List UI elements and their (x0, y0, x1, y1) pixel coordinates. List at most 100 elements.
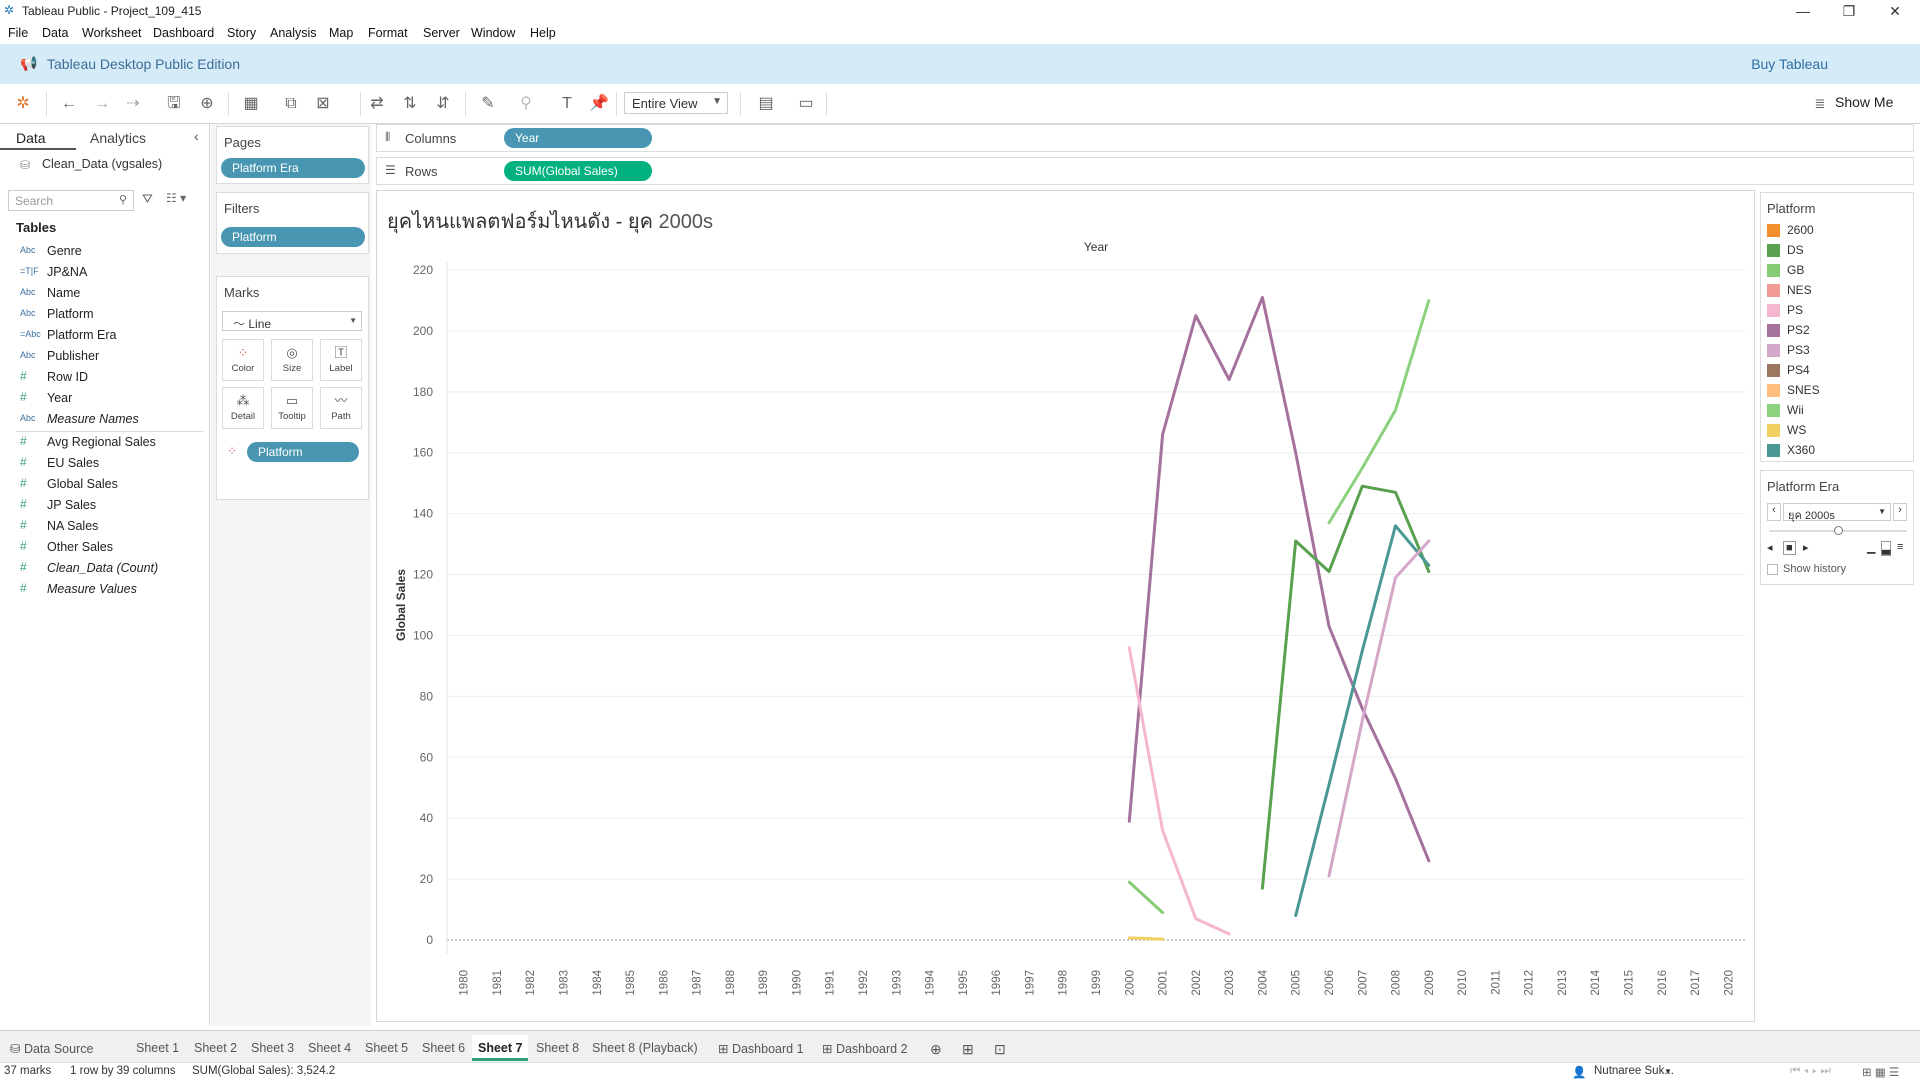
prev-page-button[interactable]: ‹ (1767, 503, 1781, 521)
new-story-tab-icon[interactable]: ⊡ (988, 1035, 1012, 1061)
show-cards-icon[interactable]: ▤ (755, 93, 777, 115)
rows-shelf[interactable]: ☰ Rows SUM(Global Sales) (376, 157, 1914, 185)
tableau-start-icon[interactable]: ✲ (12, 93, 34, 115)
size-button[interactable]: ◎ Size (271, 339, 313, 381)
tab-sheet-4[interactable]: Sheet 4 (302, 1035, 357, 1061)
view-options-icon[interactable]: ☷ ▾ (166, 191, 186, 205)
tooltip-button[interactable]: ▭ Tooltip (271, 387, 313, 429)
field-genre[interactable]: Abc Genre (0, 241, 205, 262)
duplicate-icon[interactable]: ⧉ (280, 93, 302, 115)
path-button[interactable]: 〰 Path (320, 387, 362, 429)
tab-data-source[interactable]: ⛁ Data Source (4, 1035, 99, 1061)
detail-button[interactable]: ⁂ Detail (222, 387, 264, 429)
field-na-sales[interactable]: # NA Sales (0, 516, 205, 537)
next-page-button[interactable]: › (1893, 503, 1907, 521)
columns-shelf[interactable]: ⦀ Columns Year (376, 124, 1914, 152)
new-worksheet-icon[interactable]: ▦ (240, 93, 262, 115)
menu-window[interactable]: Window (471, 26, 515, 40)
tab-sheet-1[interactable]: Sheet 1 (130, 1035, 185, 1061)
field-name[interactable]: Abc Name (0, 283, 205, 304)
field-platform-era[interactable]: =Abc Platform Era (0, 325, 205, 346)
highlight-icon[interactable]: ✎ (477, 93, 499, 115)
labels-icon[interactable]: T (556, 93, 578, 115)
sheet-nav-icon[interactable]: ⏮ ◂ ▸ ⏭ (1790, 1065, 1831, 1078)
speed-fast-button[interactable]: ≡ (1897, 541, 1903, 553)
menu-format[interactable]: Format (368, 26, 408, 40)
field-global-sales[interactable]: # Global Sales (0, 474, 205, 495)
filter-icon[interactable]: ⛛ (142, 191, 153, 207)
tab-sheet-5[interactable]: Sheet 5 (359, 1035, 414, 1061)
new-dashboard-tab-icon[interactable]: ⊞ (956, 1035, 980, 1061)
rows-pill[interactable]: SUM(Global Sales) (504, 161, 652, 181)
clear-sheet-icon[interactable]: ⊠ (312, 93, 334, 115)
grid-view-icon[interactable]: ⊞ ▦ ☰ (1862, 1065, 1899, 1079)
menu-map[interactable]: Map (329, 26, 353, 40)
play-back-button[interactable]: ◂ (1767, 541, 1773, 554)
tab-data[interactable]: Data (0, 124, 76, 150)
menu-file[interactable]: File (8, 26, 28, 40)
menu-help[interactable]: Help (530, 26, 556, 40)
replay-icon[interactable]: ⇢ (122, 93, 144, 115)
sort-desc-icon[interactable]: ⇵ (432, 93, 454, 115)
status-user[interactable]: Nutnaree Suk... (1594, 1065, 1674, 1077)
menu-story[interactable]: Story (227, 26, 256, 40)
pages-pill[interactable]: Platform Era (221, 158, 365, 178)
minimize-button[interactable]: — (1780, 0, 1826, 22)
show-me-button[interactable]: Show Me (1835, 94, 1893, 110)
columns-pill[interactable]: Year (504, 128, 652, 148)
search-input[interactable]: Search ⚲ (8, 190, 134, 211)
field-publisher[interactable]: Abc Publisher (0, 346, 205, 367)
speed-medium-button[interactable]: ▃ (1881, 541, 1892, 556)
new-datasource-icon[interactable]: ⊕ (196, 93, 218, 115)
maximize-button[interactable]: ❐ (1826, 0, 1872, 22)
field-jpna[interactable]: =T|F JP&NA (0, 262, 205, 283)
field-record-count[interactable]: # Clean_Data (Count) (0, 558, 205, 579)
tab-sheet-2[interactable]: Sheet 2 (188, 1035, 243, 1061)
menu-worksheet[interactable]: Worksheet (82, 26, 142, 40)
tab-sheet-3[interactable]: Sheet 3 (245, 1035, 300, 1061)
page-select[interactable]: ยุค 2000s ▼ (1783, 503, 1891, 522)
tab-analytics[interactable]: Analytics (74, 124, 194, 150)
speed-slow-button[interactable]: ▁ (1867, 541, 1875, 554)
redo-icon[interactable]: → (91, 93, 113, 115)
tab-dashboard-1[interactable]: ⊞ Dashboard 1 (712, 1035, 810, 1061)
fit-dropdown[interactable]: Entire View ▼ (624, 92, 728, 114)
color-button[interactable]: ⁘ Color (222, 339, 264, 381)
new-worksheet-tab-icon[interactable]: ⊕ (924, 1035, 948, 1061)
save-icon[interactable]: 🖫 (163, 93, 185, 115)
field-avg-regional-sales[interactable]: # Avg Regional Sales (0, 432, 205, 453)
tab-dashboard-2[interactable]: ⊞ Dashboard 2 (816, 1035, 914, 1061)
filter-pill[interactable]: Platform (221, 227, 365, 247)
tab-sheet-8-playback[interactable]: Sheet 8 (Playback) (586, 1035, 704, 1061)
collapse-pane-icon[interactable]: ‹ (194, 128, 199, 144)
mark-type-dropdown[interactable]: 〜 Line ▼ (222, 311, 362, 331)
field-jp-sales[interactable]: # JP Sales (0, 495, 205, 516)
undo-icon[interactable]: ← (58, 93, 80, 115)
play-forward-button[interactable]: ▸ (1803, 541, 1809, 554)
tab-sheet-6[interactable]: Sheet 6 (416, 1035, 471, 1061)
menu-data[interactable]: Data (42, 26, 68, 40)
page-slider-handle[interactable] (1834, 526, 1843, 535)
show-history-checkbox[interactable] (1767, 564, 1778, 575)
presentation-icon[interactable]: ▭ (795, 93, 817, 115)
field-measure-names[interactable]: Abc Measure Names (0, 409, 205, 430)
label-button[interactable]: 🅃 Label (320, 339, 362, 381)
buy-tableau-link[interactable]: Buy Tableau (1751, 56, 1828, 72)
close-button[interactable]: ✕ (1872, 0, 1918, 22)
stop-button[interactable]: ■ (1783, 541, 1796, 555)
field-measure-values[interactable]: # Measure Values (0, 579, 205, 600)
color-pill[interactable]: Platform (247, 442, 359, 462)
tab-sheet-8[interactable]: Sheet 8 (530, 1035, 585, 1061)
menu-dashboard[interactable]: Dashboard (153, 26, 214, 40)
menu-server[interactable]: Server (423, 26, 460, 40)
field-platform[interactable]: Abc Platform (0, 304, 205, 325)
tab-sheet-7[interactable]: Sheet 7 (472, 1035, 529, 1061)
field-eu-sales[interactable]: # EU Sales (0, 453, 205, 474)
field-other-sales[interactable]: # Other Sales (0, 537, 205, 558)
field-year[interactable]: # Year (0, 388, 205, 409)
sort-asc-icon[interactable]: ⇅ (399, 93, 421, 115)
field-row-id[interactable]: # Row ID (0, 367, 205, 388)
datasource-name[interactable]: Clean_Data (vgsales) (42, 157, 162, 171)
swap-icon[interactable]: ⇄ (366, 93, 388, 115)
group-icon[interactable]: ⚲ (515, 93, 537, 115)
